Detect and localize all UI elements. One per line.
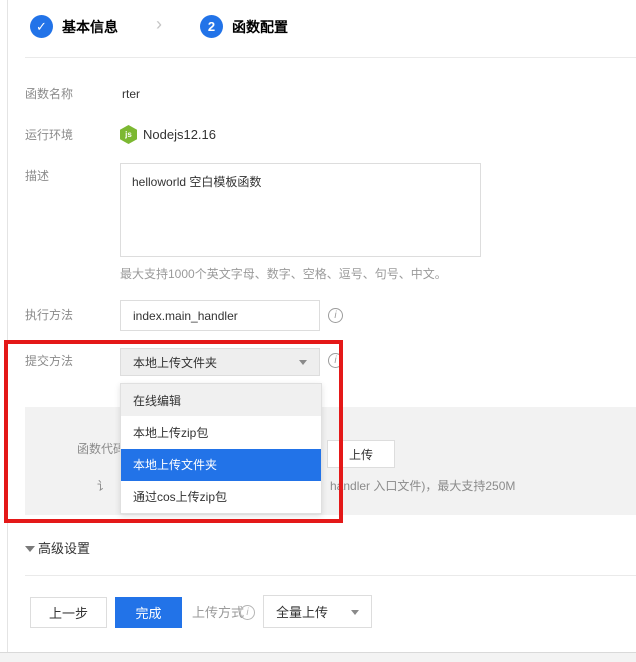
handler-info-icon[interactable]: i [328,308,343,323]
runtime-label: 运行环境 [25,128,73,142]
code-hint-text: handler 入口文件)，最大支持250M [330,477,515,494]
chevron-right-icon: › [156,15,162,33]
footer-divider [25,575,636,576]
submit-method-select[interactable]: 本地上传文件夹 [120,348,320,376]
dropdown-option-local-zip[interactable]: 本地上传zip包 [121,416,321,448]
chevron-down-icon [299,360,307,365]
dropdown-option-online-edit[interactable]: 在线编辑 [121,384,321,416]
finish-button[interactable]: 完成 [115,597,182,628]
card-left-border [7,0,8,652]
upload-mode-info-icon[interactable]: i [240,605,255,620]
description-label: 描述 [25,169,49,183]
previous-step-button[interactable]: 上一步 [30,597,107,628]
dropdown-option-cos-zip[interactable]: 通过cos上传zip包 [121,481,321,513]
description-textarea[interactable]: helloworld 空白模板函数 [120,163,481,257]
submit-method-label: 提交方法 [25,354,73,368]
upload-mode-selected-value: 全量上传 [276,602,328,621]
submit-method-dropdown-menu: 在线编辑 本地上传zip包 本地上传文件夹 通过cos上传zip包 [120,383,322,514]
description-hint: 最大支持1000个英文字母、数字、空格、逗号、句号、中文。 [120,267,447,281]
upload-mode-label: 上传方式 [192,605,244,620]
handler-label: 执行方法 [25,308,73,322]
step2-label: 函数配置 [232,19,288,35]
step1-label: 基本信息 [62,19,118,35]
step2-number: 2 [208,19,215,34]
check-icon: ✓ [36,19,47,35]
submit-method-info-icon[interactable]: i [328,353,343,368]
chevron-down-icon [351,610,359,615]
step2-circle: 2 [200,15,223,38]
nodejs-icon: js [120,125,137,144]
triangle-down-icon [25,546,35,552]
submit-method-selected-value: 本地上传文件夹 [133,354,217,371]
handler-input[interactable] [120,300,320,331]
code-hint-fragment: 讠 [97,477,104,494]
function-name-label: 函数名称 [25,87,73,101]
advanced-settings-toggle[interactable]: 高级设置 [38,541,90,556]
function-config-page: ✓ 基本信息 › 2 函数配置 函数名称 rter 运行环境 js Nodejs… [0,0,636,662]
function-name-value: rter [122,87,140,101]
step1-circle: ✓ [30,15,53,38]
dropdown-option-local-folder[interactable]: 本地上传文件夹 [121,449,321,481]
upload-button[interactable]: 上传 [327,440,395,468]
runtime-value: Nodejs12.16 [143,128,216,142]
upload-mode-select[interactable]: 全量上传 [263,595,372,628]
header-divider [25,57,636,58]
page-bottom-strip [0,652,636,662]
nodejs-icon-text: js [120,125,137,144]
